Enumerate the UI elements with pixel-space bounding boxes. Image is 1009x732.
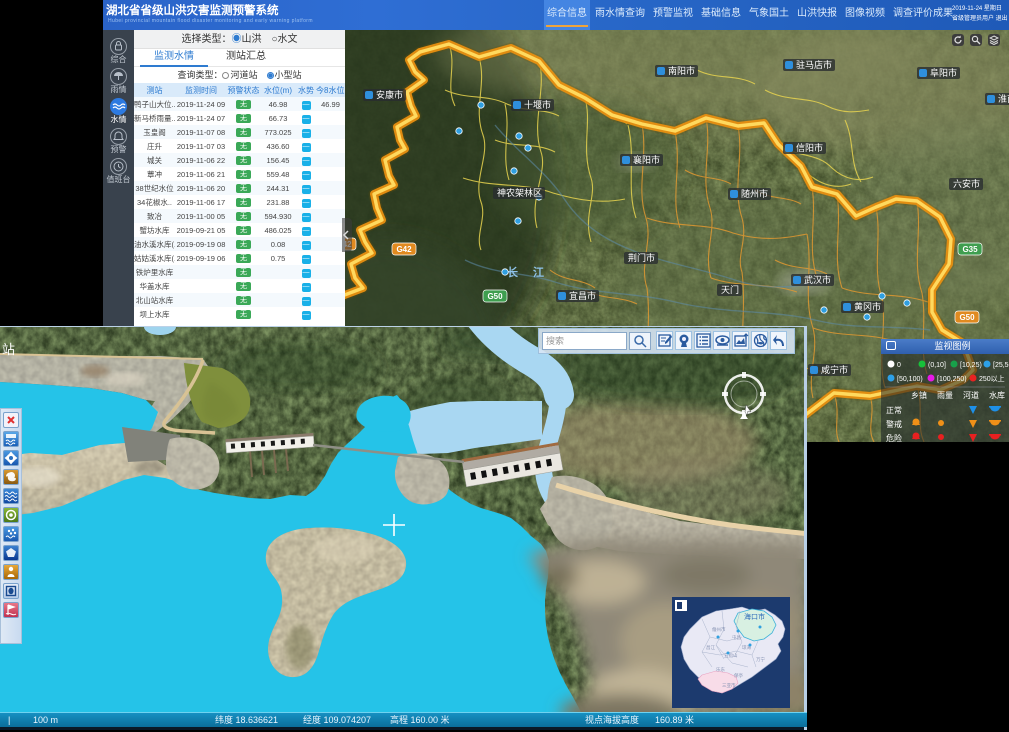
svg-text:正常: 正常 [886, 406, 902, 415]
svg-text:G50: G50 [487, 292, 503, 301]
svg-text:雨量: 雨量 [937, 391, 953, 400]
svg-text:G42: G42 [396, 245, 412, 254]
svg-text:(0,10]: (0,10] [928, 362, 946, 369]
svg-text:屯昌: 屯昌 [732, 634, 741, 641]
svg-text:[25,50: [25,50 [993, 362, 1009, 369]
svg-text:G35: G35 [962, 245, 978, 254]
svg-text:250以上: 250以上 [979, 374, 1005, 383]
svg-text:乡镇: 乡镇 [911, 390, 927, 400]
svg-text:儋州市: 儋州市 [712, 626, 726, 633]
svg-text:[10,25): [10,25) [960, 362, 982, 369]
svg-text:昌江: 昌江 [706, 644, 715, 651]
svg-text:水库: 水库 [989, 390, 1005, 400]
svg-text:保亭: 保亭 [734, 672, 743, 679]
svg-text:危险: 危险 [886, 433, 902, 442]
svg-text:[50,100): [50,100) [897, 376, 923, 383]
svg-text:万宁: 万宁 [756, 656, 765, 663]
svg-text:0: 0 [897, 362, 901, 369]
svg-text:[100,250): [100,250) [937, 376, 967, 383]
svg-text:G50: G50 [959, 313, 975, 322]
svg-text:长 江: 长 江 [507, 265, 550, 279]
svg-text:警戒: 警戒 [886, 419, 902, 429]
svg-text:河道: 河道 [963, 390, 979, 400]
svg-text:五指山: 五指山 [724, 652, 738, 659]
svg-text:海口市: 海口市 [744, 612, 765, 621]
svg-text:乐东: 乐东 [716, 666, 725, 672]
svg-text:三亚市: 三亚市 [722, 682, 736, 689]
